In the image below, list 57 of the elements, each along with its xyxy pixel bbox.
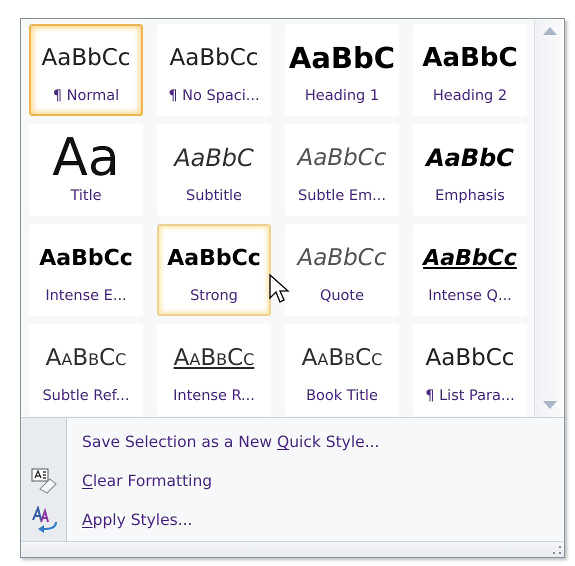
style-tile[interactable]: AaBbCc Intense E... <box>29 224 143 316</box>
style-preview: AaBbCc <box>174 345 254 371</box>
style-preview: AaBbCc <box>298 245 386 271</box>
style-preview: AaBbCc <box>426 345 514 371</box>
style-name: ¶ List Para... <box>425 388 515 404</box>
style-name: Strong <box>190 288 238 304</box>
resize-grip-icon[interactable] <box>552 545 562 555</box>
style-name: Subtle Em... <box>298 188 386 204</box>
style-tile[interactable]: AaBbCc Quote <box>285 224 399 316</box>
scroll-down-icon[interactable] <box>542 401 556 409</box>
mouse-pointer-icon <box>269 274 291 306</box>
style-preview: AaBbCc <box>46 345 126 371</box>
menu-item[interactable]: Save Selection as a New Quick Style... <box>82 432 380 450</box>
style-tile[interactable]: AaBbCc Book Title <box>285 324 399 416</box>
style-tile[interactable]: AaBbCc ¶ No Spaci... <box>157 24 271 116</box>
style-tile[interactable]: AaBbCc ¶ List Para... <box>413 324 527 416</box>
style-tile[interactable]: Aa Title <box>29 124 143 216</box>
style-name: Heading 2 <box>432 88 508 104</box>
style-tile[interactable]: AaBbCc Intense R... <box>157 324 271 416</box>
style-preview: AaBbCc <box>167 246 261 270</box>
apply-styles-icon <box>30 506 58 534</box>
style-tile[interactable]: AaBbC Emphasis <box>413 124 527 216</box>
style-preview: Aa <box>52 136 120 180</box>
menu-item[interactable]: Apply Styles... <box>82 510 192 528</box>
style-name: Quote <box>320 288 364 304</box>
style-name: Intense Q... <box>428 288 512 304</box>
style-tile[interactable]: AaBbCc Strong <box>157 224 271 316</box>
style-tile[interactable]: AaBbC Heading 2 <box>413 24 527 116</box>
style-tile[interactable]: AaBbC Subtitle <box>157 124 271 216</box>
style-preview: AaBbCc <box>42 45 130 71</box>
menu-item[interactable]: Clear Formatting <box>82 472 212 490</box>
style-name: Subtle Ref... <box>42 388 130 404</box>
style-tile[interactable]: AaBbCc ¶ Normal <box>29 24 143 116</box>
style-preview: AaBbC <box>174 144 254 172</box>
style-name: Intense E... <box>45 288 127 304</box>
style-preview: AaBbC <box>288 41 396 75</box>
style-name: Heading 1 <box>304 88 380 104</box>
style-preview: AaBbCc <box>298 145 386 171</box>
eraser-icon <box>30 466 58 494</box>
style-tile[interactable]: AaBbCc Intense Q... <box>413 224 527 316</box>
style-preview: AaBbC <box>422 43 518 73</box>
style-preview: AaBbC <box>426 144 514 172</box>
style-name: ¶ Normal <box>52 88 120 104</box>
style-name: Title <box>70 188 102 204</box>
style-tile[interactable]: AaBbC Heading 1 <box>285 24 399 116</box>
style-preview: AaBbCc <box>39 246 133 270</box>
scroll-up-icon[interactable] <box>542 27 556 35</box>
style-tile[interactable]: AaBbCc Subtle Em... <box>285 124 399 216</box>
style-tile[interactable]: AaBbCc Subtle Ref... <box>29 324 143 416</box>
style-name: Book Title <box>306 388 378 404</box>
style-preview: AaBbCc <box>170 45 258 71</box>
style-preview: AaBbCc <box>302 345 382 371</box>
style-name: ¶ No Spaci... <box>168 88 260 104</box>
style-preview: AaBbCc <box>423 246 517 270</box>
style-name: Intense R... <box>173 388 255 404</box>
style-name: Subtitle <box>186 188 242 204</box>
style-name: Emphasis <box>435 188 505 204</box>
